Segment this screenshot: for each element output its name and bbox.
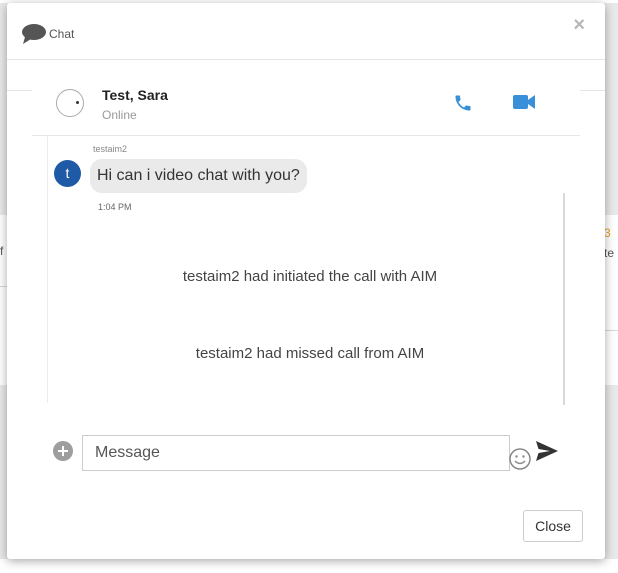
message-input[interactable] — [82, 435, 510, 471]
system-message: testaim2 had missed call from AIM — [195, 345, 425, 362]
message-scrollbar[interactable] — [563, 193, 565, 405]
background-divider-right — [605, 330, 618, 331]
chat-modal: Chat × Test, Sara Online testaim2 t Hi c… — [7, 3, 605, 559]
background-text-left: f — [0, 244, 4, 258]
message-list: testaim2 t Hi can i video chat with you?… — [47, 135, 566, 403]
video-camera-icon[interactable] — [513, 94, 535, 110]
message-sender: testaim2 — [93, 144, 128, 154]
send-icon[interactable] — [536, 441, 558, 461]
background-panel-bottom — [0, 559, 618, 573]
avatar-status-dot — [76, 101, 79, 104]
chat-bubble-icon — [22, 24, 46, 44]
modal-title: Chat — [49, 27, 75, 41]
background-badge-right: 3 — [604, 226, 611, 240]
message-timestamp: 1:04 PM — [98, 202, 132, 212]
contact-status: Online — [102, 108, 137, 122]
background-text-right: te — [604, 246, 615, 260]
message-avatar: t — [54, 160, 81, 187]
add-circle-icon[interactable] — [53, 441, 73, 461]
contact-header: Test, Sara Online — [32, 65, 580, 136]
modal-header: Chat × — [7, 3, 605, 60]
phone-icon[interactable] — [453, 93, 473, 113]
background-panel-left — [0, 215, 7, 385]
close-button[interactable]: Close — [523, 510, 583, 542]
background-divider-left — [0, 286, 7, 287]
close-icon[interactable]: × — [573, 15, 585, 35]
system-message: testaim2 had initiated the call with AIM — [182, 268, 438, 285]
background-panel-right — [605, 215, 618, 385]
message-bubble: Hi can i video chat with you? — [90, 159, 307, 193]
emoji-icon[interactable] — [508, 447, 532, 471]
contact-name: Test, Sara — [102, 87, 168, 103]
contact-avatar — [56, 89, 84, 117]
